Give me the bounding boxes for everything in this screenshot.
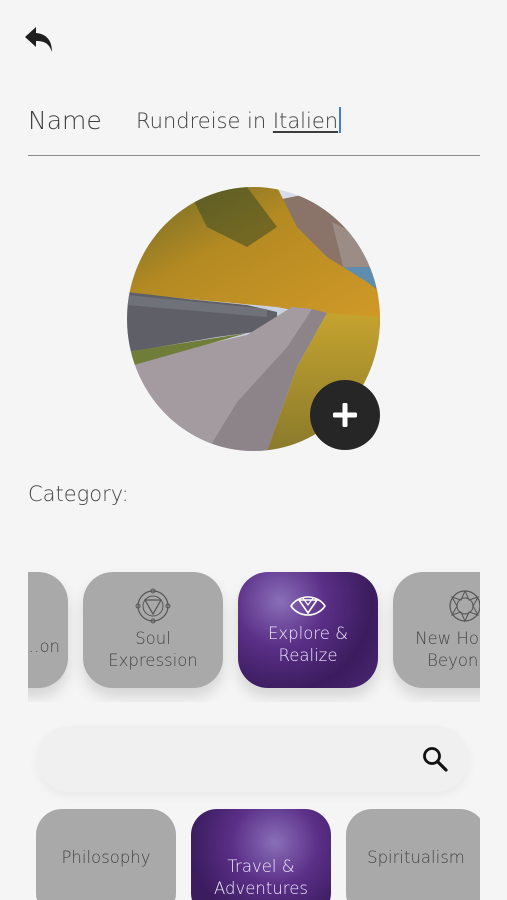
throat-chakra-icon bbox=[135, 588, 171, 624]
name-label: Name bbox=[28, 106, 102, 135]
add-photo-button[interactable] bbox=[310, 380, 380, 450]
name-value-text: Rundreise in bbox=[136, 109, 273, 133]
plus-icon bbox=[333, 403, 357, 427]
back-button[interactable] bbox=[20, 20, 60, 60]
name-value-underlined: Italien bbox=[272, 109, 339, 133]
subcategory-tile-label: Philosophy bbox=[61, 848, 151, 867]
third-eye-icon bbox=[290, 596, 326, 616]
name-input[interactable]: Rundreise in Italien bbox=[136, 107, 342, 133]
category-tile[interactable]: …on bbox=[28, 572, 68, 688]
name-field: Name Rundreise in Italien bbox=[28, 100, 480, 156]
undo-arrow-icon bbox=[25, 27, 52, 52]
text-caret bbox=[339, 107, 342, 133]
subcategory-tile-label: Spiritualism bbox=[367, 848, 465, 867]
category-tile-explore-realize[interactable]: Explore & Realize bbox=[238, 572, 378, 688]
subcategory-tile-philosophy[interactable]: Philosophy bbox=[36, 809, 176, 900]
category-tile-label: …on bbox=[28, 637, 60, 656]
category-tile-label: Soul Expression bbox=[108, 629, 198, 670]
search-bar[interactable] bbox=[37, 726, 469, 792]
category-tile-label: Explore & Realize bbox=[267, 624, 349, 665]
subcategory-tile-spiritualism[interactable]: Spiritualism bbox=[346, 809, 480, 900]
category-tile-soul-expression[interactable]: Soul Expression bbox=[83, 572, 223, 688]
search-icon[interactable] bbox=[421, 745, 449, 773]
subcategory-carousel[interactable]: Philosophy Travel & Adventures Spiritual… bbox=[28, 800, 480, 900]
category-tile-label: New Hori… Beyon… bbox=[415, 629, 480, 670]
category-tile-new-horizons[interactable]: New Hori… Beyon… bbox=[393, 572, 480, 688]
category-label: Category: bbox=[28, 482, 129, 506]
category-carousel[interactable]: …on Soul Expression Explore & Realize Ne… bbox=[28, 558, 480, 702]
subcategory-tile-travel-adventures[interactable]: Travel & Adventures bbox=[191, 809, 331, 900]
crown-chakra-icon bbox=[449, 589, 480, 623]
subcategory-tile-label: Travel & Adventures bbox=[214, 857, 308, 898]
